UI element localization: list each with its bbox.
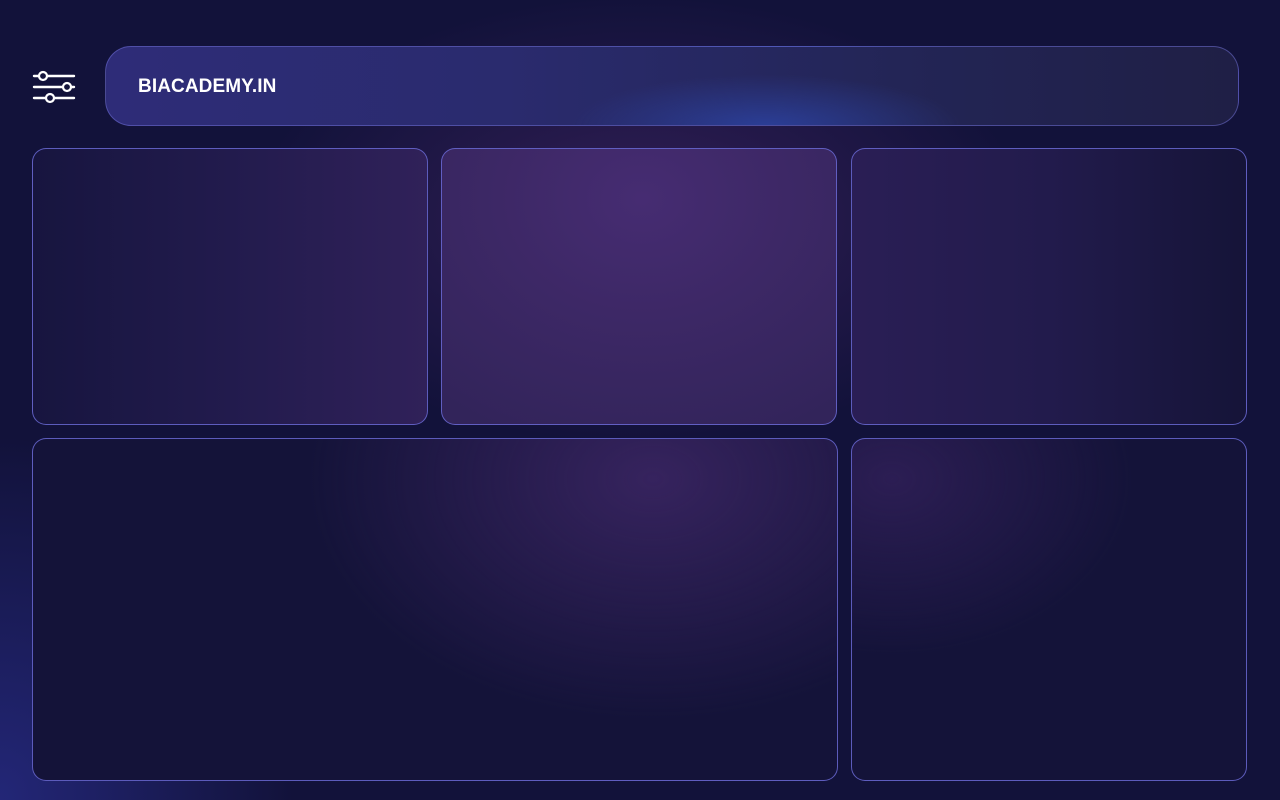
sliders-icon [30,66,78,108]
brand-title[interactable]: BIACADEMY.IN [138,76,276,98]
header-bar: BIACADEMY.IN [105,46,1239,126]
dashboard-panel-1 [32,148,428,425]
filter-menu-button[interactable] [30,66,78,108]
dashboard-panel-2 [441,148,837,425]
dashboard-panel-3 [851,148,1247,425]
dashboard-panel-5 [851,438,1247,781]
dashboard-panel-4 [32,438,838,781]
